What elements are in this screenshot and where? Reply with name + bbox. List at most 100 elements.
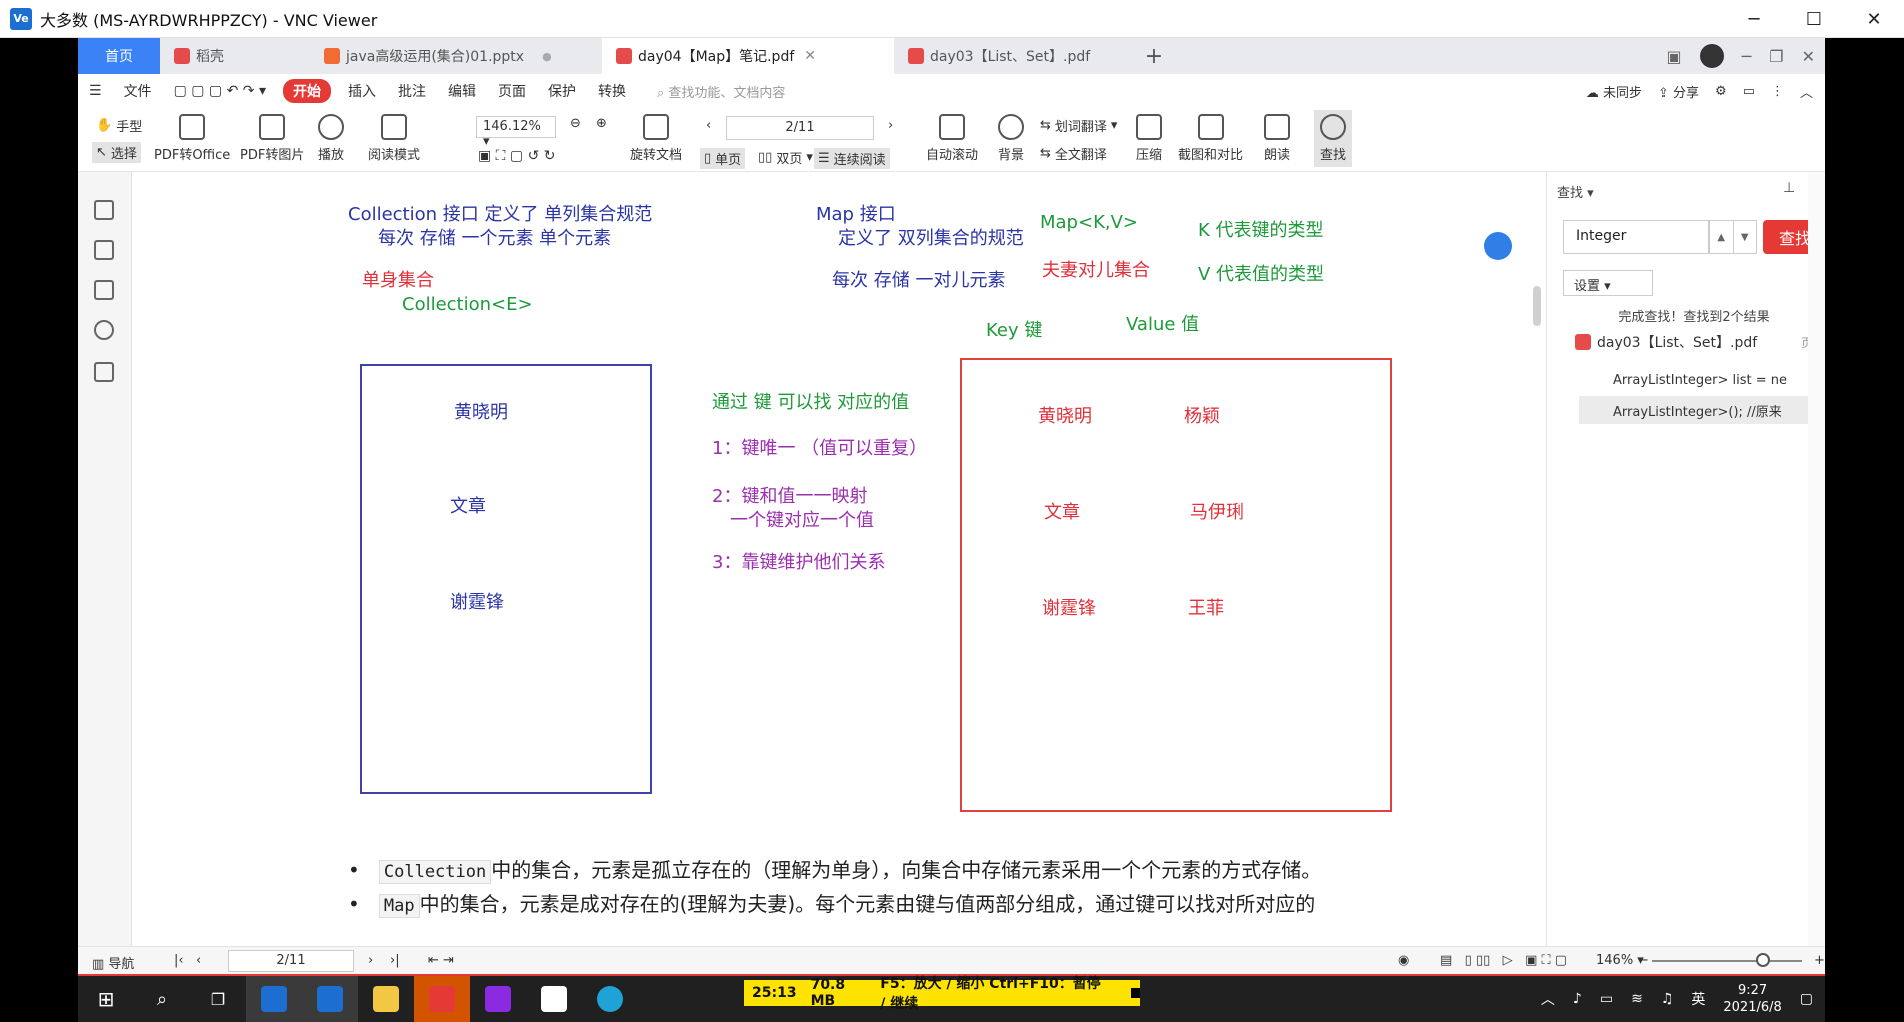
compress-button[interactable]: 压缩 (1136, 114, 1162, 163)
menu-start[interactable]: 开始 (282, 79, 331, 103)
menu-insert[interactable]: 插入 (337, 81, 387, 101)
pin-icon[interactable]: ⊥ (1783, 180, 1795, 196)
page-number-input[interactable]: 2/11 (726, 116, 874, 140)
background-button[interactable]: 背景 (998, 114, 1024, 163)
bookmark-icon[interactable] (94, 200, 114, 220)
status-zoom-in-button[interactable]: + (1814, 953, 1825, 968)
read-mode-button[interactable]: 阅读模式 (368, 114, 420, 163)
find-panel-title[interactable]: 查找 ▾ (1557, 182, 1594, 201)
status-zoom-out-button[interactable]: − (1638, 953, 1649, 968)
attachment-icon[interactable] (94, 320, 114, 340)
taskbar-explorer[interactable] (358, 976, 414, 1022)
tray-expand-icon[interactable]: ︿ (1541, 989, 1555, 1009)
volume-icon[interactable]: ♫ (1661, 991, 1674, 1007)
close-window-button[interactable]: ✕ (1844, 0, 1904, 38)
find-next-button[interactable]: ▼ (1732, 221, 1757, 253)
task-view-button[interactable]: ❐ (190, 976, 246, 1022)
more-icon[interactable]: ⋮ (1771, 84, 1784, 99)
signature-icon[interactable] (94, 362, 114, 382)
find-result-item[interactable]: ArrayListInteger>(); //原来16 (1579, 396, 1825, 424)
taskbar-typora[interactable] (526, 976, 582, 1022)
tab-docer[interactable]: 稻壳 (160, 38, 310, 74)
taskbar-vnc-1[interactable] (246, 976, 302, 1022)
find-result-file[interactable]: day03【List、Set】.pdf页码 (1575, 332, 1825, 352)
scrollbar-thumb[interactable] (1533, 286, 1541, 326)
back-forward-icons[interactable]: ⇤ ⇥ (428, 953, 454, 968)
menu-edit[interactable]: 编辑 (437, 81, 487, 101)
share-button[interactable]: ⇪ 分享 (1658, 82, 1699, 101)
page-mode-icons[interactable]: ▤ ▯ ▯▯ ▷ ▣ ⛶ ▢ (1440, 953, 1567, 968)
collapse-ribbon-icon[interactable]: ︿ (1800, 82, 1813, 101)
menu-convert[interactable]: 转换 (587, 81, 637, 101)
comment-icon[interactable]: ▭ (1743, 84, 1755, 99)
pdf-to-office-button[interactable]: PDF转Office (154, 114, 230, 163)
next-page-button[interactable]: › (888, 118, 893, 133)
tab-day04-pdf[interactable]: day04【Map】笔记.pdf ✕ (602, 38, 894, 74)
thumbnail-icon[interactable] (94, 240, 114, 260)
battery-icon[interactable]: ▭ (1600, 991, 1613, 1007)
taskbar-clock[interactable]: 9:27 2021/6/8 (1723, 982, 1781, 1016)
find-result-item[interactable]: ArrayListInteger> list = ne16 (1579, 366, 1825, 394)
menu-annotate[interactable]: 批注 (387, 81, 437, 101)
menu-protect[interactable]: 保护 (537, 81, 587, 101)
quick-access-icons[interactable]: ▢ ▢ ▢ ↶ ↷ ▾ (163, 83, 277, 99)
continuous-read-button[interactable]: ☰ 连续阅读 (814, 148, 890, 169)
eye-mode-icon[interactable]: ◉ (1398, 953, 1409, 968)
rotate-doc-button[interactable]: 旋转文档 (630, 114, 682, 163)
view-fit-icons[interactable]: ▣ ⛶ ▢ ↺ ↻ (478, 148, 556, 164)
select-tool-button[interactable]: ↖ 选择 (92, 142, 141, 163)
sync-button[interactable]: ☁ 未同步 (1586, 82, 1642, 101)
status-prev-page-button[interactable]: ‹ (196, 953, 201, 968)
menu-search-box[interactable]: ⌕ 查找功能、文档内容 (657, 82, 785, 101)
notification-icon[interactable]: ▢ (1800, 991, 1813, 1007)
maximize-window-button[interactable]: ☐ (1784, 0, 1844, 38)
tab-day03-pdf[interactable]: day03【List、Set】.pdf (894, 38, 1134, 74)
zoom-in-button[interactable]: ⊕ (596, 116, 607, 131)
avatar[interactable] (1699, 44, 1724, 68)
menu-file[interactable]: 文件 (113, 81, 163, 101)
status-next-page-button[interactable]: › (368, 953, 373, 968)
word-translate-button[interactable]: ⇆ 划词翻译 ▾ (1040, 116, 1117, 135)
new-tab-button[interactable]: + (1134, 38, 1174, 74)
first-page-button[interactable]: |‹ (174, 953, 184, 968)
read-aloud-button[interactable]: 朗读 (1264, 114, 1290, 163)
find-prev-button[interactable]: ▲ (1709, 221, 1733, 253)
find-input[interactable]: Integer (1563, 220, 1709, 254)
app-close-button[interactable]: ✕ (1802, 47, 1815, 66)
menu-page[interactable]: 页面 (487, 81, 537, 101)
ime-indicator[interactable]: 英 (1691, 989, 1705, 1009)
wifi-icon[interactable]: ≋ (1631, 991, 1643, 1007)
tab-pin-icon[interactable]: ● (542, 50, 552, 63)
tab-home[interactable]: 首页 (78, 38, 160, 74)
menu-icon[interactable]: ☰ (78, 83, 113, 99)
stop-recording-button[interactable] (1131, 988, 1140, 998)
document-scrollbar[interactable] (1532, 196, 1542, 926)
status-page-input[interactable]: 2/11 (228, 950, 354, 972)
app-restore-button[interactable]: ❐ (1769, 47, 1783, 66)
tab-ppt-file[interactable]: java高级运用(集合)01.pptx ● (310, 38, 602, 74)
last-page-button[interactable]: ›| (390, 953, 400, 968)
zoom-slider-knob[interactable] (1756, 953, 1770, 967)
floating-action-button[interactable] (1484, 232, 1512, 260)
pdf-to-image-button[interactable]: PDF转图片 (240, 114, 304, 163)
comment-icon[interactable] (94, 280, 114, 300)
taskbar-vnc-2[interactable] (302, 976, 358, 1022)
zoom-out-button[interactable]: ⊖ (570, 116, 581, 131)
settings-icon[interactable]: ⚙ (1715, 84, 1727, 99)
screenshot-compare-button[interactable]: 截图和对比 (1178, 114, 1243, 163)
double-page-button[interactable]: ▯▯ 双页 ▾ (758, 148, 813, 167)
zoom-slider[interactable] (1652, 960, 1802, 962)
microphone-icon[interactable]: ♪ (1573, 991, 1582, 1007)
taskbar-wps[interactable] (414, 976, 470, 1022)
find-settings-select[interactable]: 设置 ▾ (1563, 270, 1653, 296)
find-button[interactable]: 查找 (1314, 110, 1353, 167)
status-zoom[interactable]: 146% ▾ (1596, 953, 1644, 968)
auto-scroll-button[interactable]: 自动滚动 (926, 114, 978, 163)
app-minimize-button[interactable]: ─ (1742, 47, 1752, 66)
full-translate-button[interactable]: ⇆ 全文翻译 (1040, 144, 1107, 163)
nav-toggle[interactable]: ▥ 导航 (92, 953, 134, 972)
prev-page-button[interactable]: ‹ (706, 118, 711, 133)
tab-close-icon[interactable]: ✕ (804, 48, 816, 64)
single-page-button[interactable]: ▯ 单页 (700, 148, 746, 169)
taskbar-intellij[interactable] (470, 976, 526, 1022)
